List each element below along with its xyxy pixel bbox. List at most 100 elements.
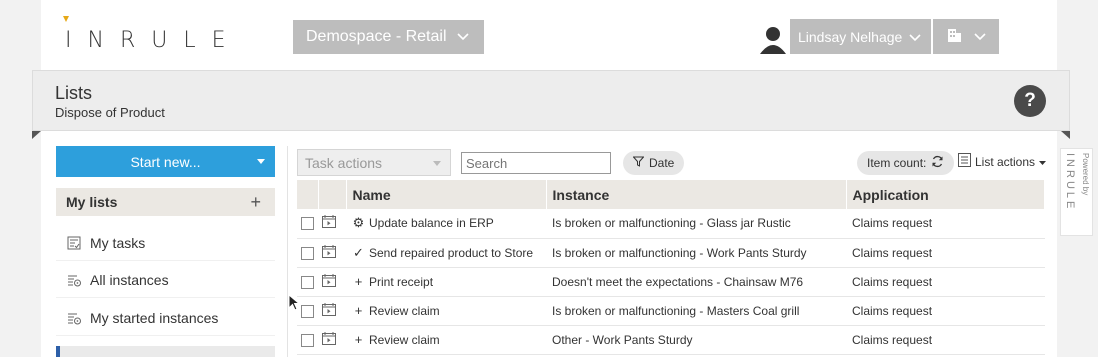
chevron-down-icon [456, 28, 469, 46]
row-checkbox[interactable] [301, 333, 314, 347]
row-checkbox[interactable] [301, 304, 314, 318]
calendar-task-icon[interactable] [322, 302, 336, 319]
table-row[interactable]: ⚙ Update balance in ERP Is broken or malfu… [297, 209, 1045, 239]
row-type-cell [318, 238, 346, 268]
my-lists-header: My lists + [56, 188, 275, 216]
chevron-down-icon [973, 28, 986, 46]
task-name[interactable]: Print receipt [369, 275, 433, 289]
task-type-icon: ✓ [353, 244, 364, 260]
my-lists-label: My lists [66, 194, 118, 210]
powered-by-badge: Powered by INRULE [1060, 148, 1093, 236]
instance-column-header[interactable]: Instance [546, 180, 847, 209]
row-type-cell [318, 267, 346, 297]
list-actions-button[interactable]: List actions [958, 153, 1047, 170]
table-header-row: Name Instance Application [297, 180, 1045, 209]
search-input[interactable] [461, 152, 611, 174]
row-instance-cell[interactable]: Is broken or malfunctioning - Masters Co… [546, 296, 846, 326]
row-checkbox-cell [297, 296, 318, 326]
task-name[interactable]: Update balance in ERP [369, 216, 494, 230]
caret-down-icon [1039, 155, 1047, 169]
row-checkbox-cell [297, 267, 318, 297]
row-name-cell[interactable]: + Review claim [346, 296, 546, 326]
mouse-cursor-icon [288, 293, 301, 317]
row-application-cell[interactable]: Claims request [846, 296, 1045, 326]
table-row[interactable]: + Print receipt Doesn't meet the expectati… [297, 267, 1045, 297]
sidebar-item-label: My started instances [90, 309, 219, 326]
task-name[interactable]: Send repaired product to Store [369, 246, 533, 260]
filter-icon [632, 156, 645, 170]
user-name: Lindsay Nelhage [798, 28, 903, 45]
organization-menu[interactable] [933, 19, 999, 54]
calendar-task-icon[interactable] [322, 273, 336, 290]
task-table: Name Instance Application ⚙ Update balanc… [297, 180, 1045, 355]
task-actions-dropdown[interactable]: Task actions [297, 149, 451, 176]
add-list-icon[interactable]: + [250, 192, 261, 213]
row-checkbox[interactable] [301, 217, 314, 231]
row-name-cell[interactable]: + Review claim [346, 325, 546, 355]
sidebar-item-all-instances[interactable]: All instances [56, 262, 275, 298]
item-count-button[interactable]: Item count: [857, 151, 955, 175]
date-filter-button[interactable]: Date [623, 151, 685, 175]
caret-down-icon [433, 161, 441, 166]
table-row[interactable]: + Review claim Is broken or malfunctioning… [297, 296, 1045, 326]
row-application-cell[interactable]: Claims request [846, 238, 1045, 268]
list-icon [958, 153, 971, 170]
page-header: Lists Dispose of Product ? [32, 70, 1070, 131]
row-name-cell[interactable]: ✓ Send repaired product to Store [346, 238, 546, 268]
calendar-task-icon[interactable] [322, 331, 336, 348]
chevron-down-icon [909, 29, 921, 45]
row-checkbox-cell [297, 325, 318, 355]
calendar-task-icon[interactable] [322, 244, 336, 261]
row-instance-cell[interactable]: Is broken or malfunctioning - Glass jar … [546, 209, 846, 239]
table-row[interactable]: + Review claim Other - Work Pants Sturdy Cl… [297, 325, 1045, 355]
workspace-label: Demospace - Retail [306, 28, 447, 45]
inrule-logo[interactable]: INRULE [65, 28, 242, 53]
application-column-header[interactable]: Application [846, 180, 1045, 209]
start-new-button[interactable]: Start new... [56, 146, 275, 177]
item-count-label: Item count: [867, 156, 927, 170]
divider [287, 146, 288, 357]
task-name[interactable]: Review claim [369, 333, 440, 347]
powered-by-brand: INRULE [1064, 153, 1076, 212]
workspace-selector[interactable]: Demospace - Retail [293, 20, 484, 54]
row-checkbox[interactable] [301, 275, 314, 289]
row-type-cell [318, 209, 346, 239]
calendar-task-icon[interactable] [322, 215, 336, 231]
name-column-header[interactable]: Name [346, 180, 547, 209]
table-row[interactable]: ✓ Send repaired product to Store Is broken… [297, 238, 1045, 268]
row-name-cell[interactable]: + Print receipt [346, 267, 546, 297]
row-application-cell[interactable]: Claims request [846, 209, 1045, 239]
task-type-icon: ⚙ [352, 215, 365, 231]
row-instance-cell[interactable]: Doesn't meet the expectations - Chainsaw… [546, 267, 846, 297]
sidebar-item-my-tasks[interactable]: My tasks [56, 225, 275, 261]
refresh-icon [931, 155, 944, 171]
sidebar-item-label: My tasks [90, 234, 146, 251]
page-subtitle: Dispose of Product [55, 105, 165, 120]
header-fold-left [32, 131, 41, 139]
avatar-icon [756, 19, 790, 54]
task-type-icon: + [354, 303, 363, 318]
row-application-cell[interactable]: Claims request [846, 267, 1045, 297]
help-button[interactable]: ? [1014, 85, 1046, 117]
row-name-cell[interactable]: ⚙ Update balance in ERP [346, 209, 546, 239]
row-instance-cell[interactable]: Other - Work Pants Sturdy [546, 325, 846, 355]
row-checkbox[interactable] [301, 246, 314, 260]
row-instance-cell[interactable]: Is broken or malfunctioning - Work Pants… [546, 238, 846, 268]
task-list-icon [67, 236, 81, 250]
sidebar-item-label: All instances [90, 271, 169, 288]
instance-list-icon [67, 273, 81, 287]
task-type-icon: + [354, 332, 363, 347]
powered-by-label: Powered by [1081, 153, 1090, 196]
task-name[interactable]: Review claim [369, 304, 440, 318]
user-menu[interactable]: Lindsay Nelhage [756, 19, 931, 54]
type-column-header [318, 180, 347, 209]
row-application-cell[interactable]: Claims request [846, 325, 1045, 355]
list-actions-label: List actions [975, 154, 1036, 169]
sidebar-item-selected[interactable] [56, 346, 275, 357]
task-actions-label: Task actions [305, 154, 383, 171]
building-icon [947, 27, 962, 47]
row-type-cell [318, 325, 346, 355]
page-title: Lists [55, 83, 93, 103]
sidebar-item-my-started-instances[interactable]: My started instances [56, 300, 275, 336]
caret-down-icon[interactable] [257, 159, 265, 164]
